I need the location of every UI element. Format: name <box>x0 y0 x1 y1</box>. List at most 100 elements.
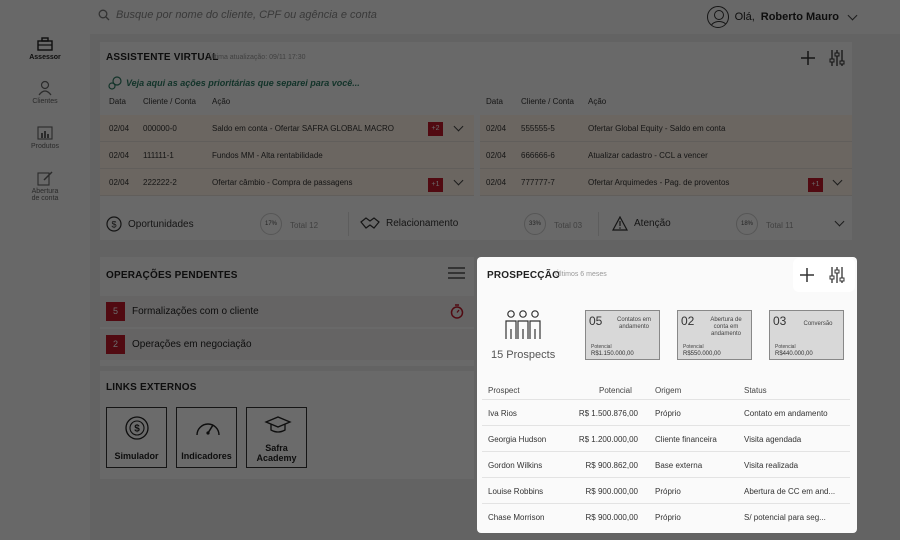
table-row[interactable]: 02/04 777777-7 Ofertar Arquimedes - Pag.… <box>480 169 852 196</box>
prospect-card-contacts[interactable]: 05 Contatos em andamento Potencial R$1.1… <box>585 310 660 360</box>
summary-strip: $ Oportunidades 17% Total 12 Relacioname… <box>100 208 852 240</box>
prospect-name: Gordon Wilkins <box>488 461 543 470</box>
table-row[interactable]: Gordon Wilkins R$ 900.862,00 Base extern… <box>482 451 850 477</box>
summary-relacionamento[interactable]: Relacionamento <box>360 216 458 230</box>
summary-atencao[interactable]: Atenção <box>612 216 671 231</box>
row-action: Fundos MM - Alta rentabilidade <box>212 151 323 160</box>
card-title: Abertura de conta em andamento <box>710 317 742 337</box>
chevron-down-icon[interactable] <box>834 216 845 227</box>
count-badge: +2 <box>428 122 443 136</box>
card-title: Contatos em andamento <box>616 317 652 330</box>
person-icon <box>38 80 52 96</box>
warning-icon <box>612 216 628 231</box>
table-row[interactable]: 02/04 555555-5 Ofertar Global Equity - S… <box>480 115 852 142</box>
row-account: 222222-2 <box>143 178 177 187</box>
summary-label: Oportunidades <box>128 218 194 230</box>
filter-sliders-icon[interactable] <box>828 266 846 284</box>
col-header: Ação <box>588 97 607 106</box>
prospect-value: R$ 1.500.876,00 <box>578 409 638 418</box>
prospect-value: R$ 900.000,00 <box>585 513 639 522</box>
row-action: Ofertar Global Equity - Saldo em conta <box>588 124 726 133</box>
row-account: 000000-0 <box>143 124 177 133</box>
user-name: Roberto Mauro <box>760 11 839 23</box>
link-label: Simulador <box>114 451 159 461</box>
card-potential-label: Potencial <box>683 344 704 350</box>
svg-text:$: $ <box>111 220 116 230</box>
row-date: 02/04 <box>109 124 130 133</box>
count-badge: +1 <box>808 178 823 192</box>
table-row[interactable]: Louise Robbins R$ 900.000,00 Próprio Abe… <box>482 477 850 503</box>
prospection-subtitle: Últimos 6 meses <box>555 271 607 278</box>
sidebar-item-clientes[interactable]: Clientes <box>0 80 90 105</box>
chevron-down-icon[interactable] <box>847 10 858 20</box>
prospect-status: S/ potencial para seg... <box>744 513 826 522</box>
table-row[interactable]: 02/04 222222-2 Ofertar câmbio - Compra d… <box>100 169 474 196</box>
people-group-icon <box>505 310 541 339</box>
prospect-name: Louise Robbins <box>488 487 544 496</box>
add-icon[interactable] <box>799 267 815 283</box>
summary-pct: 17% <box>260 213 282 235</box>
chevron-down-icon[interactable] <box>453 175 464 186</box>
actions-table-left: Data Cliente / Conta Ação 02/04 000000-0… <box>100 97 474 205</box>
add-icon[interactable] <box>800 50 816 66</box>
table-row[interactable]: 02/04 000000-0 Saldo em conta - Ofertar … <box>100 115 474 142</box>
pending-row-formalizacoes[interactable]: 5 Formalizações com o cliente <box>100 296 474 327</box>
actions-table-right: Data Cliente / Conta Ação 02/04 555555-5… <box>480 97 852 205</box>
prospect-origin: Base externa <box>655 461 703 470</box>
row-action: Ofertar câmbio - Compra de passagens <box>212 178 353 187</box>
table-row[interactable]: Iva Rios R$ 1.500.876,00 Próprio Contato… <box>482 399 850 425</box>
sidebar-item-produtos[interactable]: Produtos <box>0 125 90 150</box>
timer-icon <box>450 304 464 319</box>
link-safra-academy[interactable]: Safra Academy <box>246 407 307 468</box>
row-account: 666666-6 <box>521 151 555 160</box>
chevron-down-icon[interactable] <box>453 121 464 132</box>
prospect-origin: Próprio <box>655 513 681 522</box>
pending-count: 2 <box>106 335 125 354</box>
card-number: 02 <box>681 314 695 328</box>
summary-label: Atenção <box>634 218 671 229</box>
sidebar: Assessor Clientes Produtos Abertura de c… <box>0 34 90 540</box>
pending-row-negociacao[interactable]: 2 Operações em negociação <box>100 329 474 360</box>
search-bar[interactable]: Busque por nome do cliente, CPF ou agênc… <box>98 9 377 21</box>
prospect-card-conversion[interactable]: 03 Conversão Potencial R$440.000,00 <box>769 310 844 360</box>
col-header: Ação <box>212 97 231 106</box>
edit-icon <box>37 171 53 186</box>
sidebar-item-abertura[interactable]: Abertura de conta <box>0 170 90 202</box>
prospect-origin: Próprio <box>655 487 681 496</box>
links-title: LINKS EXTERNOS <box>106 382 197 393</box>
money-gauge-icon: $ <box>125 416 149 440</box>
row-action: Ofertar Arquimedes - Pag. de proventos <box>588 178 730 187</box>
summary-oportunidades[interactable]: $ Oportunidades <box>106 216 194 232</box>
user-menu[interactable]: Olá, Roberto Mauro <box>706 6 858 28</box>
table-row[interactable]: Georgia Hudson R$ 1.200.000,00 Cliente f… <box>482 425 850 451</box>
search-input[interactable]: Busque por nome do cliente, CPF ou agênc… <box>116 9 377 21</box>
graduation-cap-icon <box>264 416 292 433</box>
row-action: Atualizar cadastro - CCL a vencer <box>588 151 708 160</box>
table-row[interactable]: 02/04 111111-1 Fundos MM - Alta rentabil… <box>100 142 474 169</box>
robot-icon <box>108 76 122 90</box>
bar-chart-icon <box>37 126 53 140</box>
col-header: Data <box>109 97 126 106</box>
filter-sliders-icon[interactable] <box>828 49 846 67</box>
link-indicadores[interactable]: Indicadores <box>176 407 237 468</box>
card-potential-label: Potencial <box>591 344 612 350</box>
table-row[interactable]: 02/04 666666-6 Atualizar cadastro - CCL … <box>480 142 852 169</box>
prospection-title: PROSPECÇÃO <box>487 270 561 281</box>
menu-icon[interactable] <box>448 267 465 279</box>
row-account: 555555-5 <box>521 124 555 133</box>
assistant-title: ASSISTENTE VIRTUAL <box>106 52 219 63</box>
link-simulador[interactable]: $ Simulador <box>106 407 167 468</box>
assistant-updated: Última atualização: 09/11 17:30 <box>208 54 306 61</box>
prospect-card-opening[interactable]: 02 Abertura de conta em andamento Potenc… <box>677 310 752 360</box>
row-date: 02/04 <box>109 151 130 160</box>
table-row[interactable]: Chase Morrison R$ 900.000,00 Próprio S/ … <box>482 503 850 529</box>
prospect-status: Visita agendada <box>744 435 802 444</box>
prospects-count: 15 Prospects <box>491 349 556 361</box>
chevron-down-icon[interactable] <box>832 175 843 186</box>
prospect-status: Abertura de CC em and... <box>744 487 836 496</box>
prospect-status: Contato em andamento <box>744 409 828 418</box>
top-bar: Busque por nome do cliente, CPF ou agênc… <box>0 0 900 34</box>
sidebar-item-assessor[interactable]: Assessor <box>0 36 90 61</box>
divider <box>598 212 599 236</box>
prospect-name: Chase Morrison <box>488 513 545 522</box>
